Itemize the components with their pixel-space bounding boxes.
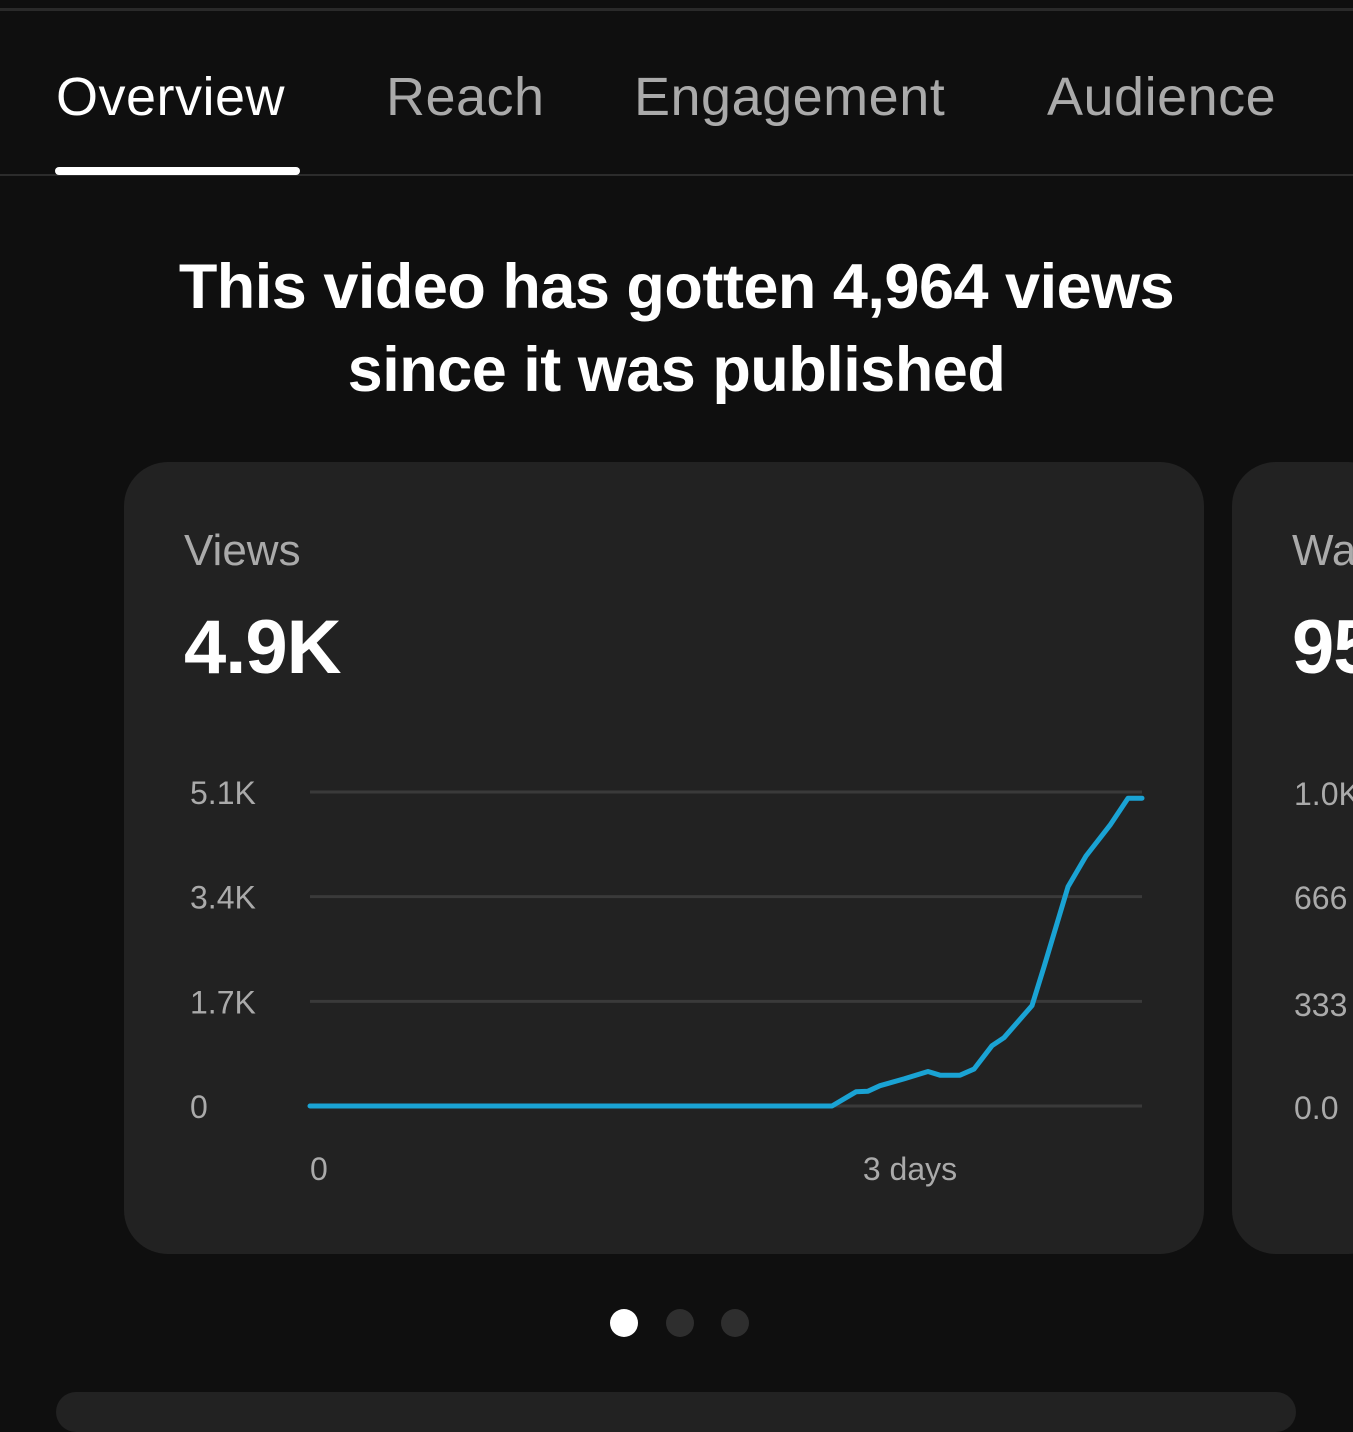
top-divider [0,8,1353,11]
y-tick-label: 3.4K [190,880,256,916]
views-summary-headline: This video has gotten 4,964 views since … [80,246,1273,412]
watch-time-y-tick: 333 [1294,987,1348,1023]
tab-audience[interactable]: Audience [1047,66,1276,128]
views-card-label: Views [184,526,301,575]
views-series-line [307,795,1145,1109]
watch-time-y-tick: 1.0K [1294,776,1353,812]
y-tick-label: 5.1K [190,775,256,811]
active-tab-indicator [55,167,300,175]
watch-time-y-tick: 666 [1294,880,1348,916]
page-dot-2[interactable] [666,1309,694,1337]
headline-line-1: This video has gotten 4,964 views [178,252,1175,322]
y-tick-label: 1.7K [190,984,256,1020]
next-section-card [56,1392,1296,1432]
analytics-tab-bar: Overview Reach Engagement Audience [0,40,1353,176]
page-dot-1[interactable] [610,1309,638,1337]
carousel-pagination [608,1309,749,1339]
page-dot-3[interactable] [721,1309,749,1337]
views-card-value: 4.9K [184,605,342,690]
tab-reach[interactable]: Reach [386,66,545,128]
tab-overview[interactable]: Overview [56,66,285,128]
watch-time-card-peek: Wa 95 1.0K 666 333 0.0 [1232,462,1353,1254]
watch-time-card-label: Wa [1292,526,1353,575]
tab-engagement[interactable]: Engagement [634,66,945,128]
watch-time-card-value: 95 [1292,605,1353,690]
x-tick-label: 0 [310,1151,328,1187]
watch-time-y-tick: 0.0 [1294,1090,1339,1126]
headline-line-2: since it was published [347,335,1006,405]
x-tick-label: 3 days [863,1151,957,1187]
views-line-chart: 0 1.7K 3.4K 5.1K 0 3 days [190,775,1145,1187]
y-tick-label: 0 [190,1089,208,1125]
